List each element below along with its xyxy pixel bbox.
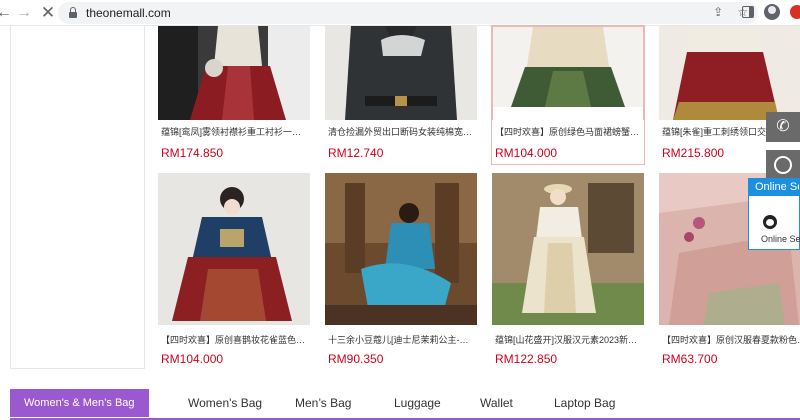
- product-image[interactable]: [659, 26, 800, 120]
- scroll-top-button[interactable]: [766, 150, 800, 180]
- online-service-widget[interactable]: Online Se Online Ser: [748, 178, 800, 250]
- product-price: RM63.700: [662, 352, 718, 366]
- product-price: RM215.800: [662, 146, 725, 160]
- product-card[interactable]: 清仓捡漏外贸出口断码女装纯棉宽松印... RM12.740: [325, 26, 477, 164]
- tab-wallet[interactable]: Wallet: [480, 389, 513, 417]
- product-title[interactable]: 【四时欢喜】原创汉服春夏款粉色裹...: [662, 333, 800, 346]
- category-tabs: Women's & Men’s Bag Women's Bag Men’s Ba…: [10, 389, 800, 420]
- online-service-link[interactable]: Online Ser: [761, 234, 800, 244]
- product-price: RM90.350: [328, 352, 384, 366]
- product-price: RM122.850: [495, 352, 558, 366]
- online-service-header: Online Se: [749, 179, 799, 196]
- address-bar[interactable]: theonemall.com ⇪ ☆: [58, 2, 758, 24]
- tab-womens-bag[interactable]: Women's Bag: [188, 389, 262, 417]
- product-card[interactable]: 【四时欢喜】原创绿色马面裙螃蟹黄色... RM104.000: [491, 25, 645, 165]
- product-title[interactable]: 清仓捡漏外贸出口断码女装纯棉宽松印...: [328, 125, 474, 138]
- product-card[interactable]: 【四时欢喜】原创喜鹊妆花雀蓝色明制... RM104.000: [158, 173, 310, 369]
- side-panel-icon[interactable]: [742, 6, 754, 18]
- tab-laptop-bag[interactable]: Laptop Bag: [554, 389, 615, 417]
- product-title[interactable]: 蕴锦[山花盛开]汉服汉元素2023新款一...: [495, 333, 641, 346]
- product-title[interactable]: 【四时欢喜】原创绿色马面裙螃蟹黄色...: [495, 125, 641, 138]
- product-image[interactable]: [492, 173, 644, 325]
- tab-womens-mens-bag[interactable]: Women's & Men’s Bag: [10, 389, 149, 417]
- product-price: RM12.740: [328, 146, 384, 160]
- profile-avatar-icon[interactable]: [764, 4, 780, 20]
- browser-toolbar: ← → ✕ theonemall.com ⇪ ☆: [0, 0, 800, 26]
- forward-arrow-icon[interactable]: →: [14, 3, 34, 23]
- left-sidebar-panel: [10, 26, 145, 369]
- lock-icon[interactable]: [68, 7, 78, 19]
- back-arrow-icon[interactable]: ←: [0, 3, 14, 23]
- product-image[interactable]: [158, 173, 310, 325]
- stop-loading-icon[interactable]: ✕: [38, 3, 58, 23]
- product-card[interactable]: 蕴锦[山花盛开]汉服汉元素2023新款一... RM122.850: [492, 173, 644, 369]
- chevron-up-icon: [774, 156, 792, 174]
- tab-mens-bag[interactable]: Men’s Bag: [295, 389, 351, 417]
- url-text[interactable]: theonemall.com: [86, 6, 171, 20]
- product-title[interactable]: 十三余小豆蔻儿[迪士尼茉莉公主-茉莉...: [328, 333, 474, 346]
- product-image[interactable]: [325, 173, 477, 325]
- tab-luggage[interactable]: Luggage: [394, 389, 441, 417]
- browser-menu-icon[interactable]: [790, 5, 800, 19]
- share-icon[interactable]: ⇪: [713, 5, 723, 19]
- product-image[interactable]: [325, 26, 477, 120]
- product-image[interactable]: [492, 26, 644, 120]
- whatsapp-icon[interactable]: ✆: [766, 112, 800, 142]
- product-price: RM104.000: [495, 146, 558, 160]
- product-card[interactable]: 蕴锦[鸾凤]雾领衬襟衫重工衬衫一片式... RM174.850: [158, 26, 310, 164]
- product-image[interactable]: [158, 26, 310, 120]
- qq-chat-icon[interactable]: [763, 215, 777, 229]
- product-price: RM104.000: [161, 352, 224, 366]
- product-card[interactable]: 蕴锦[朱雀]重工刺绣领口交领一片... RM215.800: [659, 26, 800, 164]
- product-title[interactable]: 【四时欢喜】原创喜鹊妆花雀蓝色明制...: [161, 333, 307, 346]
- product-title[interactable]: 蕴锦[鸾凤]雾领衬襟衫重工衬衫一片式...: [161, 125, 307, 138]
- product-price: RM174.850: [161, 146, 224, 160]
- product-card[interactable]: 十三余小豆蔻儿[迪士尼茉莉公主-茉莉... RM90.350: [325, 173, 477, 369]
